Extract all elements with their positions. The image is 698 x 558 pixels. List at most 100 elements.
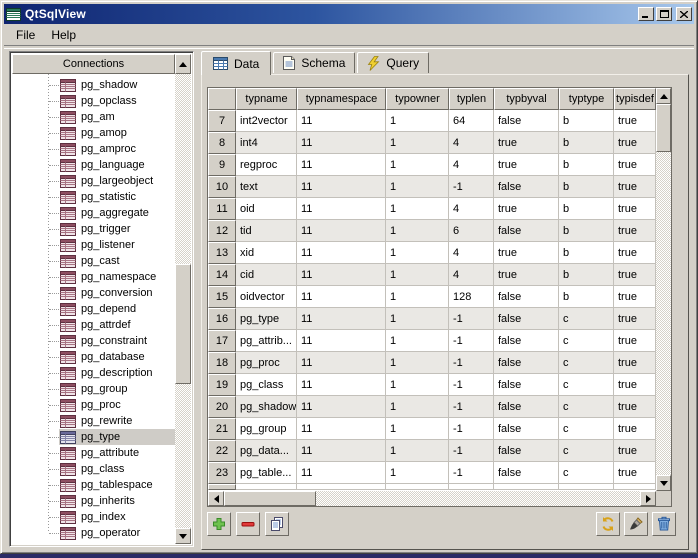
cell-typname[interactable]: pg_shadow bbox=[236, 396, 297, 418]
cell-typnamespace[interactable]: 11 bbox=[297, 198, 386, 220]
cell-typbyval[interactable]: false bbox=[494, 462, 559, 484]
tree-scroll-down-button[interactable] bbox=[175, 528, 191, 544]
cell-typisdef[interactable]: true bbox=[614, 286, 656, 308]
minimize-button[interactable] bbox=[638, 7, 654, 21]
cell-typowner[interactable]: 1 bbox=[386, 220, 449, 242]
tree-item-pg_proc[interactable]: pg_proc bbox=[12, 397, 175, 413]
cell-typname[interactable]: int4 bbox=[236, 132, 297, 154]
grid-scroll-left-button[interactable] bbox=[208, 491, 224, 506]
cell-typnamespace[interactable]: 11 bbox=[297, 220, 386, 242]
cell-typtype[interactable]: c bbox=[559, 374, 614, 396]
close-button[interactable] bbox=[676, 7, 692, 21]
cell-typowner[interactable]: 1 bbox=[386, 396, 449, 418]
tree-item-pg_rewrite[interactable]: pg_rewrite bbox=[12, 413, 175, 429]
tree-scroll-up-button[interactable] bbox=[175, 54, 191, 74]
cell-typlen[interactable]: -1 bbox=[449, 374, 494, 396]
cell-typnamespace[interactable]: 11 bbox=[297, 418, 386, 440]
cell-typtype[interactable]: b bbox=[559, 176, 614, 198]
grid-vscroll-thumb[interactable] bbox=[656, 104, 671, 152]
tree-item-pg_language[interactable]: pg_language bbox=[12, 157, 175, 173]
tree-item-pg_amproc[interactable]: pg_amproc bbox=[12, 141, 175, 157]
cell-typisdef[interactable]: true bbox=[614, 462, 656, 484]
cell-typlen[interactable]: -1 bbox=[449, 462, 494, 484]
cell-typlen[interactable]: -1 bbox=[449, 352, 494, 374]
tree-item-pg_listener[interactable]: pg_listener bbox=[12, 237, 175, 253]
maximize-button[interactable] bbox=[656, 7, 672, 21]
cell-typisdef[interactable]: true bbox=[614, 330, 656, 352]
cell-typnamespace[interactable]: 11 bbox=[297, 308, 386, 330]
delete-button[interactable] bbox=[652, 512, 676, 536]
menu-item-help[interactable]: Help bbox=[43, 27, 84, 43]
cell-typtype[interactable]: c bbox=[559, 462, 614, 484]
grid-hscroll-thumb[interactable] bbox=[224, 491, 316, 506]
column-header-typowner[interactable]: typowner bbox=[386, 88, 449, 110]
grid-vscrollbar[interactable] bbox=[656, 88, 671, 491]
tree-item-pg_namespace[interactable]: pg_namespace bbox=[12, 269, 175, 285]
row-number[interactable]: 17 bbox=[208, 330, 236, 352]
tree-item-pg_group[interactable]: pg_group bbox=[12, 381, 175, 397]
cell-typisdef[interactable]: true bbox=[614, 154, 656, 176]
cell-typnamespace[interactable]: 11 bbox=[297, 154, 386, 176]
cell-typnamespace[interactable]: 11 bbox=[297, 264, 386, 286]
cell-typlen[interactable]: 64 bbox=[449, 110, 494, 132]
column-header-typbyval[interactable]: typbyval bbox=[494, 88, 559, 110]
tree-item-pg_statistic[interactable]: pg_statistic bbox=[12, 189, 175, 205]
cell-typowner[interactable]: 1 bbox=[386, 242, 449, 264]
cell-typname[interactable]: text bbox=[236, 176, 297, 198]
cell-typlen[interactable]: 4 bbox=[449, 264, 494, 286]
column-header-typlen[interactable]: typlen bbox=[449, 88, 494, 110]
row-number[interactable]: 23 bbox=[208, 462, 236, 484]
cell-typisdef[interactable]: true bbox=[614, 264, 656, 286]
tab-query[interactable]: Query bbox=[357, 52, 429, 73]
cell-typname[interactable]: pg_proc bbox=[236, 352, 297, 374]
edit-button[interactable] bbox=[624, 512, 648, 536]
cell-typisdef[interactable]: true bbox=[614, 352, 656, 374]
tree-item-pg_conversion[interactable]: pg_conversion bbox=[12, 285, 175, 301]
cell-typlen[interactable]: 4 bbox=[449, 198, 494, 220]
cell-typowner[interactable]: 1 bbox=[386, 198, 449, 220]
cell-typowner[interactable]: 1 bbox=[386, 176, 449, 198]
cell-typbyval[interactable]: false bbox=[494, 110, 559, 132]
cell-typtype[interactable]: b bbox=[559, 132, 614, 154]
cell-typname[interactable]: pg_class bbox=[236, 374, 297, 396]
tree-item-pg_attribute[interactable]: pg_attribute bbox=[12, 445, 175, 461]
tree-item-pg_tablespace[interactable]: pg_tablespace bbox=[12, 477, 175, 493]
cell-typowner[interactable]: 1 bbox=[386, 440, 449, 462]
cell-typlen[interactable]: 6 bbox=[449, 220, 494, 242]
cell-typisdef[interactable]: true bbox=[614, 220, 656, 242]
cell-typbyval[interactable]: true bbox=[494, 264, 559, 286]
cell-typnamespace[interactable]: 11 bbox=[297, 110, 386, 132]
cell-typisdef[interactable]: true bbox=[614, 110, 656, 132]
tree-item-pg_attrdef[interactable]: pg_attrdef bbox=[12, 317, 175, 333]
cell-typbyval[interactable]: false bbox=[494, 176, 559, 198]
row-number[interactable]: 20 bbox=[208, 396, 236, 418]
cell-typlen[interactable]: -1 bbox=[449, 330, 494, 352]
cell-typlen[interactable]: -1 bbox=[449, 418, 494, 440]
grid-scroll-right-button[interactable] bbox=[640, 491, 656, 506]
tree-item-pg_cast[interactable]: pg_cast bbox=[12, 253, 175, 269]
cell-typisdef[interactable]: true bbox=[614, 396, 656, 418]
cell-typnamespace[interactable]: 11 bbox=[297, 176, 386, 198]
cell-typnamespace[interactable]: 11 bbox=[297, 330, 386, 352]
tree-item-pg_inherits[interactable]: pg_inherits bbox=[12, 493, 175, 509]
row-number[interactable]: 21 bbox=[208, 418, 236, 440]
row-number[interactable]: 19 bbox=[208, 374, 236, 396]
cell-typowner[interactable]: 1 bbox=[386, 110, 449, 132]
cell-typlen[interactable]: -1 bbox=[449, 176, 494, 198]
tree-item-pg_opclass[interactable]: pg_opclass bbox=[12, 93, 175, 109]
cell-typnamespace[interactable]: 11 bbox=[297, 242, 386, 264]
column-header-typnamespace[interactable]: typnamespace bbox=[297, 88, 386, 110]
cell-typbyval[interactable]: false bbox=[494, 286, 559, 308]
tree-item-pg_constraint[interactable]: pg_constraint bbox=[12, 333, 175, 349]
cell-typlen[interactable]: -1 bbox=[449, 396, 494, 418]
cell-typname[interactable]: pg_type bbox=[236, 308, 297, 330]
tree-item-pg_aggregate[interactable]: pg_aggregate bbox=[12, 205, 175, 221]
tree-item-pg_shadow[interactable]: pg_shadow bbox=[12, 77, 175, 93]
cell-typbyval[interactable]: false bbox=[494, 352, 559, 374]
tree-item-pg_index[interactable]: pg_index bbox=[12, 509, 175, 525]
row-number[interactable]: 10 bbox=[208, 176, 236, 198]
cell-typbyval[interactable]: false bbox=[494, 418, 559, 440]
cell-typname[interactable]: tid bbox=[236, 220, 297, 242]
cell-typname[interactable]: cid bbox=[236, 264, 297, 286]
cell-typnamespace[interactable]: 11 bbox=[297, 286, 386, 308]
